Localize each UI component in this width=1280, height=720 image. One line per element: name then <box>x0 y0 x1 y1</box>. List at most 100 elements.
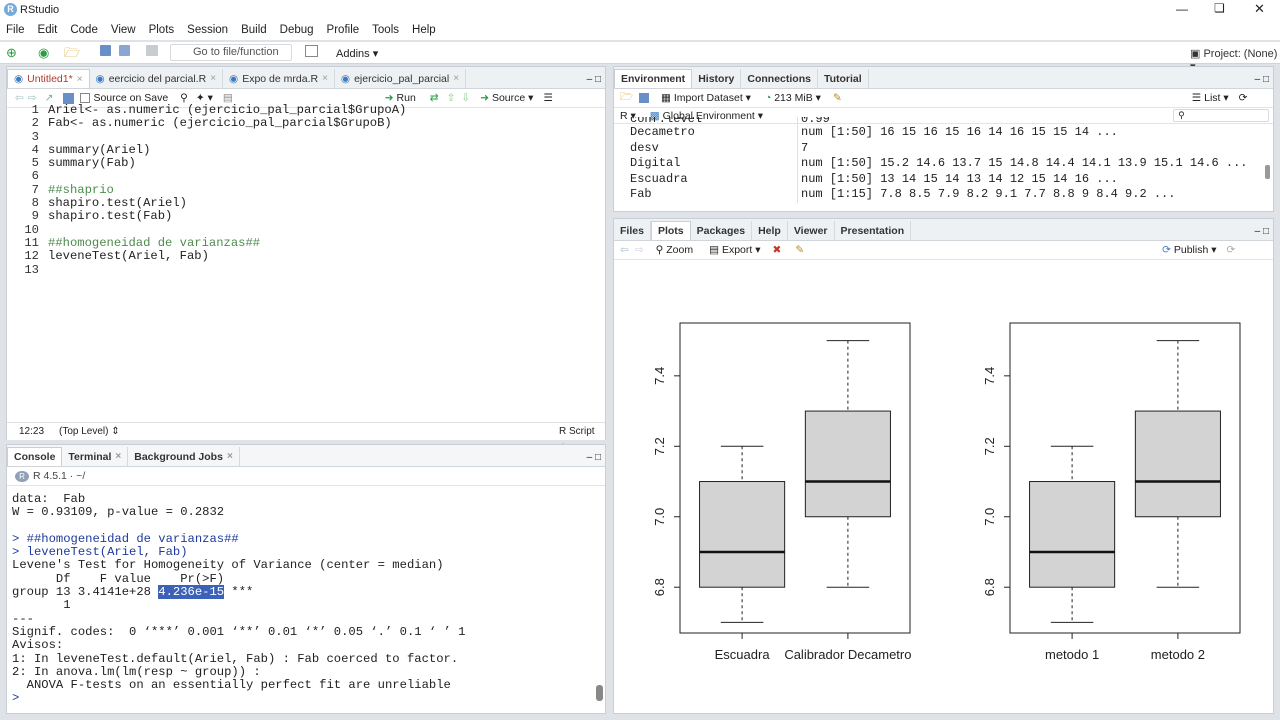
back-icon[interactable]: ⇦ <box>15 92 24 104</box>
refresh-plot-icon[interactable]: ⟳ <box>1227 244 1236 256</box>
environment-row[interactable]: Fab num [1:15] 7.8 8.5 7.9 8.2 9.1 7.7 8.… <box>614 187 1262 203</box>
editor-tab[interactable]: ◉ Untitled1* × <box>7 69 90 88</box>
menu-edit[interactable]: Edit <box>38 24 58 36</box>
menu-session[interactable]: Session <box>187 24 228 36</box>
plots-tab[interactable]: Help <box>752 221 788 240</box>
environment-row[interactable]: desv 7 <box>614 140 1262 157</box>
import-dataset-button[interactable]: ▦ Import Dataset ▾ <box>661 92 751 104</box>
close-tab-icon[interactable]: × <box>210 73 216 84</box>
save-all-icon[interactable] <box>119 45 130 56</box>
menu-help[interactable]: Help <box>412 24 436 36</box>
minimize-pane-icon[interactable]: ‒ □ <box>1255 226 1269 237</box>
minimize-pane-icon[interactable]: ‒ □ <box>587 452 601 463</box>
menu-plots[interactable]: Plots <box>149 24 175 36</box>
rerun-icon[interactable]: ⇄ <box>430 92 439 104</box>
box <box>699 481 786 588</box>
save-file-icon[interactable] <box>63 92 75 104</box>
maximize-icon[interactable]: ❏ <box>1214 1 1225 15</box>
print-icon[interactable] <box>146 45 158 56</box>
code-line: ##shaprio <box>48 182 114 197</box>
x-tick-label: Escuadra <box>715 647 771 662</box>
next-plot-icon[interactable]: ⇨ <box>635 244 644 256</box>
minimize-pane-icon[interactable]: ‒ □ <box>1255 74 1269 85</box>
main-toolbar: ⊕ ◉ 🗁 Go to file/function Addins ▾ ▣ Pro… <box>0 42 1280 73</box>
environment-tab[interactable]: Tutorial <box>818 69 869 88</box>
clear-workspace-icon[interactable]: ✎ <box>833 92 842 104</box>
environment-scrollbar[interactable] <box>1265 165 1270 179</box>
menu-build[interactable]: Build <box>241 24 267 36</box>
environment-row[interactable]: Digital num [1:50] 15.2 14.6 13.7 15 14.8… <box>614 156 1262 172</box>
remove-plot-icon[interactable]: ✖ <box>773 244 782 256</box>
close-tab-icon[interactable]: × <box>115 451 121 462</box>
save-workspace-icon[interactable] <box>639 93 650 103</box>
console-scrollbar[interactable] <box>596 685 603 701</box>
publish-button[interactable]: ⟳ Publish ▾ <box>1162 244 1216 256</box>
minimize-pane-icon[interactable]: ‒ □ <box>587 74 601 85</box>
environment-row[interactable]: Decametro num [1:50] 16 15 16 15 16 14 16… <box>614 125 1262 141</box>
source-on-save-checkbox[interactable] <box>80 93 91 103</box>
console-line: group 13 3.4141e+28 4.236e-15 *** <box>12 585 254 600</box>
editor-tab[interactable]: ◉ eercicio del parcial.R × <box>90 69 224 88</box>
prev-plot-icon[interactable]: ⇦ <box>620 244 629 256</box>
menu-code[interactable]: Code <box>70 24 98 36</box>
clear-plots-icon[interactable]: ✎ <box>795 244 804 256</box>
y-tick-label: 6.8 <box>652 578 667 596</box>
close-tab-icon[interactable]: × <box>77 74 83 85</box>
console-line: > ##homogeneidad de varianzas## <box>12 531 239 546</box>
box <box>804 410 891 518</box>
console-tab[interactable]: Console <box>7 447 63 466</box>
environment-tab[interactable]: History <box>692 69 742 88</box>
code-line: Ariel<- as.numeric (ejercicio_pal_parcia… <box>48 103 407 117</box>
minimize-icon[interactable]: — <box>1176 2 1188 16</box>
new-file-icon[interactable]: ⊕ <box>6 45 17 61</box>
plots-tab[interactable]: Viewer <box>788 221 835 240</box>
open-file-icon[interactable]: 🗁 <box>64 44 80 66</box>
selected-text[interactable]: 4.236e-15 <box>158 585 225 600</box>
plots-tab[interactable]: Presentation <box>835 221 912 240</box>
close-icon[interactable]: ✕ <box>1254 1 1265 17</box>
close-tab-icon[interactable]: × <box>227 451 233 462</box>
chunk-down-icon[interactable]: ⇩ <box>461 92 470 104</box>
line-number: 5 <box>31 156 39 171</box>
editor-tab[interactable]: ◉ ejercicio_pal_parcial × <box>335 69 467 88</box>
menu-profile[interactable]: Profile <box>327 24 360 36</box>
y-tick-label: 7.2 <box>982 437 997 455</box>
environment-row[interactable]: Escuadra num [1:50] 13 14 15 14 13 14 12 … <box>614 171 1262 188</box>
menu-tools[interactable]: Tools <box>372 24 399 36</box>
plots-tab[interactable]: Packages <box>691 221 753 240</box>
plots-tab[interactable]: Files <box>614 221 651 240</box>
outline-icon[interactable]: ☰ <box>543 92 552 104</box>
plots-tab[interactable]: Plots <box>650 221 691 240</box>
console-tab[interactable]: Terminal × <box>62 447 129 466</box>
grid-layout-icon[interactable] <box>305 45 318 57</box>
line-number: 10 <box>24 222 39 237</box>
console-line: ANOVA F-tests on an essentially perfect … <box>12 678 451 693</box>
scope-indicator[interactable]: (Top Level) ⇕ <box>59 423 120 440</box>
memory-usage[interactable]: ◔ 213 MiB ▾ <box>765 92 821 104</box>
environment-tab[interactable]: Environment <box>614 69 693 88</box>
editor-tab[interactable]: ◉ Expo de mrda.R × <box>223 69 335 88</box>
go-to-file-input[interactable]: Go to file/function <box>170 44 292 61</box>
chunk-up-icon[interactable]: ⇧ <box>447 92 456 104</box>
close-tab-icon[interactable]: × <box>453 73 459 84</box>
addins-menu[interactable]: Addins ▾ <box>336 47 378 60</box>
refresh-env-icon[interactable]: ⟳ <box>1239 92 1248 104</box>
console-tab-bar: Console Terminal × Background Jobs × ‒ □ <box>7 445 605 467</box>
save-icon[interactable] <box>100 45 111 56</box>
environment-tab[interactable]: Connections <box>741 69 818 88</box>
export-button[interactable]: ▤ Export ▾ <box>709 244 760 256</box>
menu-debug[interactable]: Debug <box>280 24 314 36</box>
console-line: --- <box>12 611 34 626</box>
close-tab-icon[interactable]: × <box>322 73 328 84</box>
menu-file[interactable]: File <box>6 24 25 36</box>
view-mode-menu[interactable]: ☰ List ▾ <box>1192 92 1229 104</box>
zoom-button[interactable]: ⚲ Zoom <box>656 244 693 256</box>
console-tab[interactable]: Background Jobs × <box>128 447 240 466</box>
load-workspace-icon[interactable]: 🗁 <box>620 89 633 107</box>
menu-view[interactable]: View <box>111 24 136 36</box>
new-project-icon[interactable]: ◉ <box>38 45 49 61</box>
console-output[interactable]: data: Fab W = 0.93109, p-value = 0.2832 >… <box>12 492 465 706</box>
source-button[interactable]: ➜ Source ▾ <box>480 92 533 104</box>
environment-row[interactable]: conf.level 0.99 <box>614 117 1262 125</box>
code-editor[interactable]: Ariel<- as.numeric (ejercicio_pal_parcia… <box>48 103 407 277</box>
